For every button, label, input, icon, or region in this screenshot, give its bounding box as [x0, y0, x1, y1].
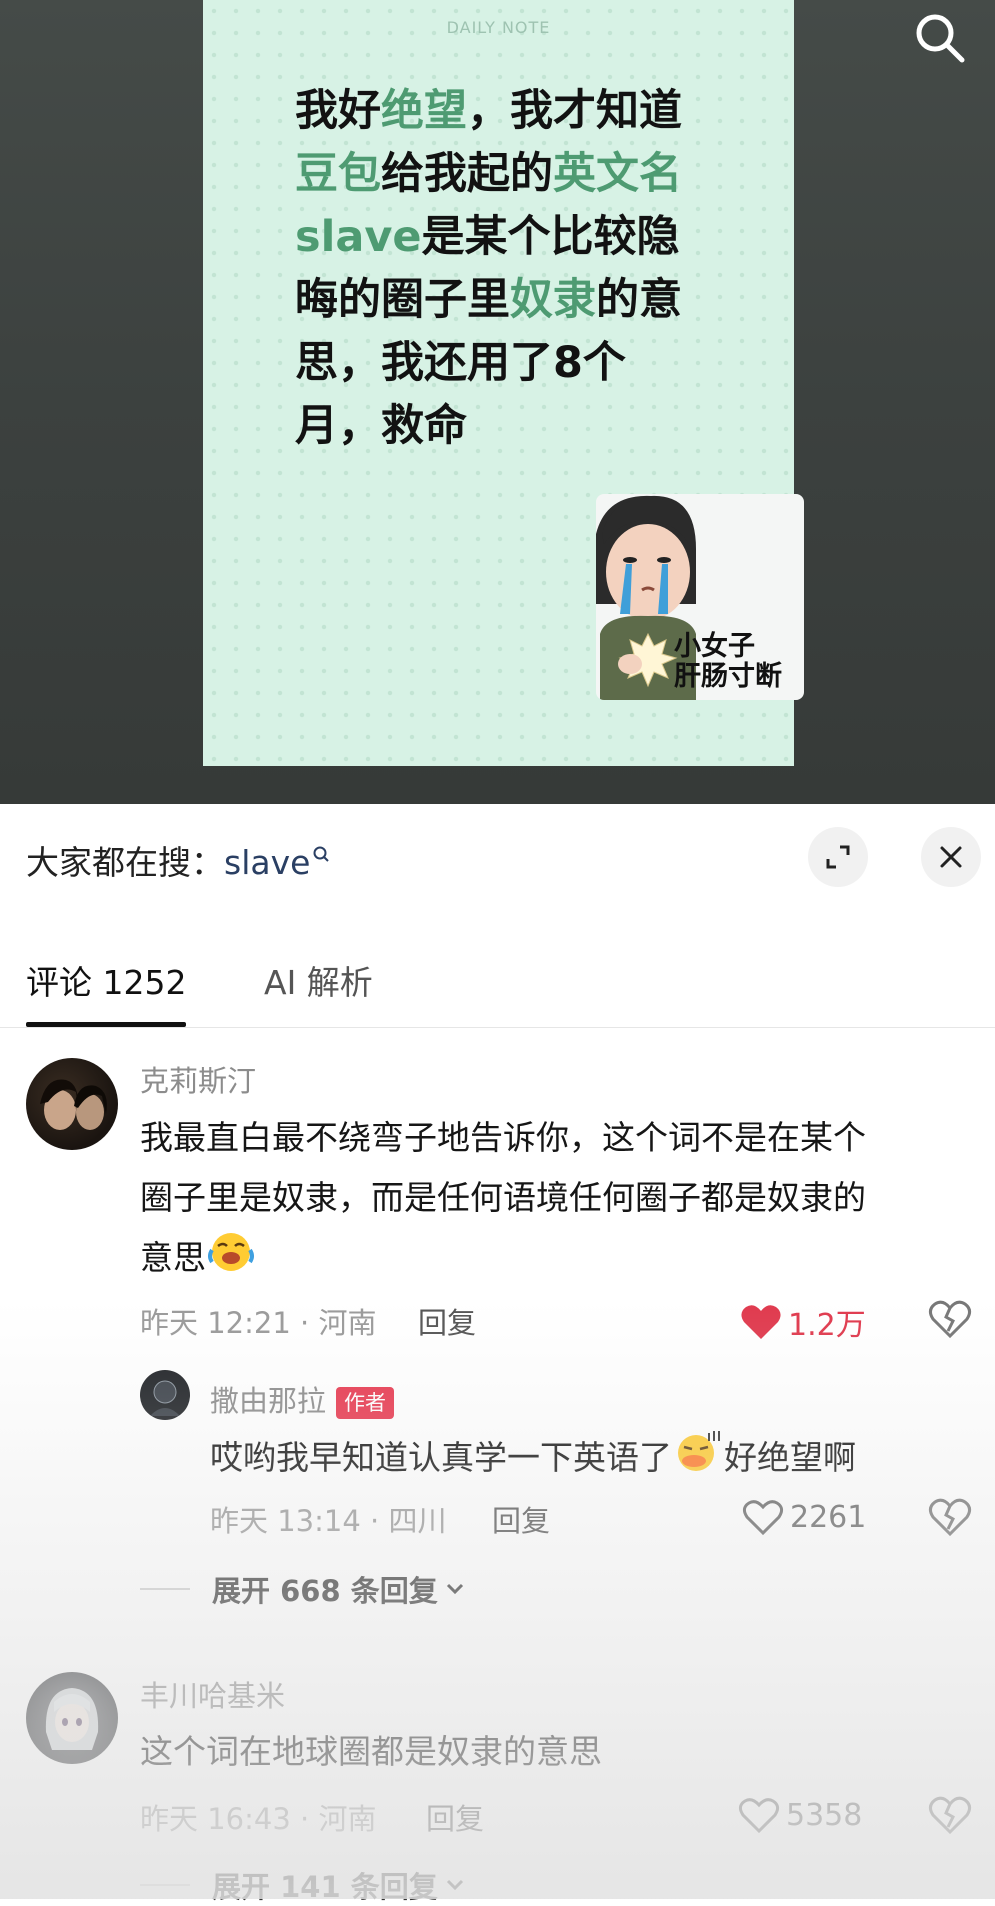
note-highlight-text: slave [295, 212, 422, 262]
reply-text-fragment: 哎哟我早知道认真学一下英语了 [210, 1438, 672, 1477]
note-highlight-text: 奴隶 [510, 275, 596, 325]
note-text-segment: 思，我还用了8个 [295, 338, 626, 388]
comment-meta: 昨天 12:21 · 河南 [140, 1306, 377, 1340]
trending-search[interactable]: 大家都在搜：slave [26, 836, 330, 884]
note-text-segment: 晦的圈子里 [295, 275, 510, 325]
note-text-segment: 我好 [295, 86, 381, 136]
avatar-photo [40, 1079, 107, 1130]
comment-meta: 昨天 16:43 · 河南 [140, 1802, 377, 1836]
comment-text-line: 意思 [140, 1228, 866, 1291]
comment-username[interactable]: 丰川哈基米 [140, 1673, 285, 1715]
expand-replies-button[interactable]: 展开 141 条回复 [140, 1864, 466, 1906]
chevron-down-icon [446, 1879, 463, 1891]
expand-button[interactable] [808, 827, 868, 887]
small-search-icon [312, 836, 330, 875]
comment-text-line: 我最直白最不绕弯子地告诉你，这个词不是在某个 [140, 1118, 866, 1157]
comment-text-fragment: 意思 [140, 1238, 206, 1277]
broken-heart-icon [928, 1300, 972, 1339]
crying-girl-sticker: 小女子 肝肠寸断 [596, 494, 804, 700]
dislike-button[interactable] [928, 1299, 972, 1343]
expand-replies-label: 展开 141 条回复 [212, 1870, 438, 1904]
like-button[interactable]: 1.2万 [740, 1300, 866, 1344]
heart-filled-icon [741, 1305, 781, 1339]
avatar-photo [150, 1380, 180, 1416]
tabs-divider [0, 1027, 995, 1028]
expand-replies-button[interactable]: 展开 668 条回复 [140, 1568, 466, 1610]
note-text-segment: 月，救命 [295, 401, 467, 451]
sticker-caption-line1: 小女子 [674, 631, 755, 662]
avatar[interactable] [140, 1370, 190, 1420]
note-text-line: 豆包给我起的英文名 [295, 143, 775, 206]
tab-comments[interactable]: 评论 1252 [26, 956, 186, 1004]
like-count: 1.2万 [788, 1308, 866, 1343]
sticker-caption: 小女子 肝肠寸断 [674, 632, 782, 692]
reply-text-fragment: 好绝望啊 [724, 1438, 856, 1477]
dislike-button[interactable] [928, 1795, 972, 1839]
close-button[interactable] [921, 827, 981, 887]
comment-username[interactable]: 克莉斯汀 [140, 1058, 256, 1100]
note-text-segment: 的意 [596, 275, 682, 325]
reply-button[interactable]: 回复 [418, 1300, 476, 1342]
video-content-area[interactable]: DAILY NOTE 我好绝望，我才知道 豆包给我起的英文名 slave是某个比较隐… [0, 0, 995, 804]
search-button[interactable] [910, 8, 970, 68]
despair-duck-emoji-icon [672, 1427, 724, 1492]
note-highlight-text: 豆包 [295, 149, 381, 199]
heart-outline-icon [742, 1500, 784, 1536]
heart-outline-icon [738, 1798, 780, 1834]
divider-dash [140, 1588, 190, 1590]
reply-button[interactable]: 回复 [492, 1498, 550, 1540]
dislike-button[interactable] [928, 1497, 972, 1541]
reply-button[interactable]: 回复 [426, 1796, 484, 1838]
trending-search-keyword[interactable]: slave [224, 843, 310, 882]
comment-text: 这个词在地球圈都是奴隶的意思 [140, 1732, 602, 1771]
note-text-line: 思，我还用了8个 [295, 332, 775, 395]
note-highlight-text: 英文名 [553, 149, 682, 199]
like-button[interactable]: 5358 [738, 1796, 862, 1834]
note-text-line: 晦的圈子里奴隶的意 [295, 269, 775, 332]
expand-replies-label: 展开 668 条回复 [212, 1574, 438, 1608]
like-count: 2261 [790, 1499, 867, 1535]
like-button[interactable]: 2261 [742, 1498, 866, 1536]
reply-username-text: 撒由那拉 [210, 1384, 327, 1418]
sticker-caption-line2: 肝肠寸断 [674, 661, 782, 692]
reply-username[interactable]: 撒由那拉 作者 [210, 1378, 395, 1420]
note-image: DAILY NOTE 我好绝望，我才知道 豆包给我起的英文名 slave是某个比较隐… [203, 0, 804, 766]
divider-dash [140, 1884, 190, 1886]
note-text: 我好绝望，我才知道 豆包给我起的英文名 slave是某个比较隐 晦的圈子里奴隶的意 思，… [295, 80, 775, 458]
note-highlight-text: 绝望 [381, 86, 467, 136]
broken-heart-icon [928, 1498, 972, 1537]
avatar-photo [45, 1688, 99, 1750]
note-text-segment: 是某个比较隐 [421, 212, 680, 262]
close-icon [940, 846, 962, 868]
avatar[interactable] [26, 1672, 118, 1764]
note-text-line: slave是某个比较隐 [295, 206, 775, 269]
note-header: DAILY NOTE [446, 18, 551, 37]
reply-text: 哎哟我早知道认真学一下英语了 好绝望啊 [210, 1427, 856, 1492]
tab-ai-analysis[interactable]: AI 解析 [264, 956, 373, 1004]
comment-text: 我最直白最不绕弯子地告诉你，这个词不是在某个 圈子里是奴隶，而是任何语境任何圈子… [140, 1108, 866, 1291]
trending-search-prefix: 大家都在搜： [26, 843, 224, 882]
avatar[interactable] [26, 1058, 118, 1150]
reply-meta: 昨天 13:14 · 四川 [210, 1504, 447, 1538]
author-badge: 作者 [336, 1387, 395, 1419]
broken-heart-icon [928, 1796, 972, 1835]
note-text-line: 我好绝望，我才知道 [295, 80, 775, 143]
comment-text-line: 圈子里是奴隶，而是任何语境任何圈子都是奴隶的 [140, 1178, 866, 1217]
note-text-segment: ，我才知道 [467, 86, 682, 136]
laughing-crying-emoji-icon [206, 1228, 256, 1291]
note-text-segment: 给我起的 [381, 149, 553, 199]
note-text-line: 月，救命 [295, 395, 775, 458]
search-icon [916, 14, 965, 63]
like-count: 5358 [786, 1797, 863, 1833]
expand-icon [826, 845, 850, 869]
chevron-down-icon [446, 1583, 463, 1595]
